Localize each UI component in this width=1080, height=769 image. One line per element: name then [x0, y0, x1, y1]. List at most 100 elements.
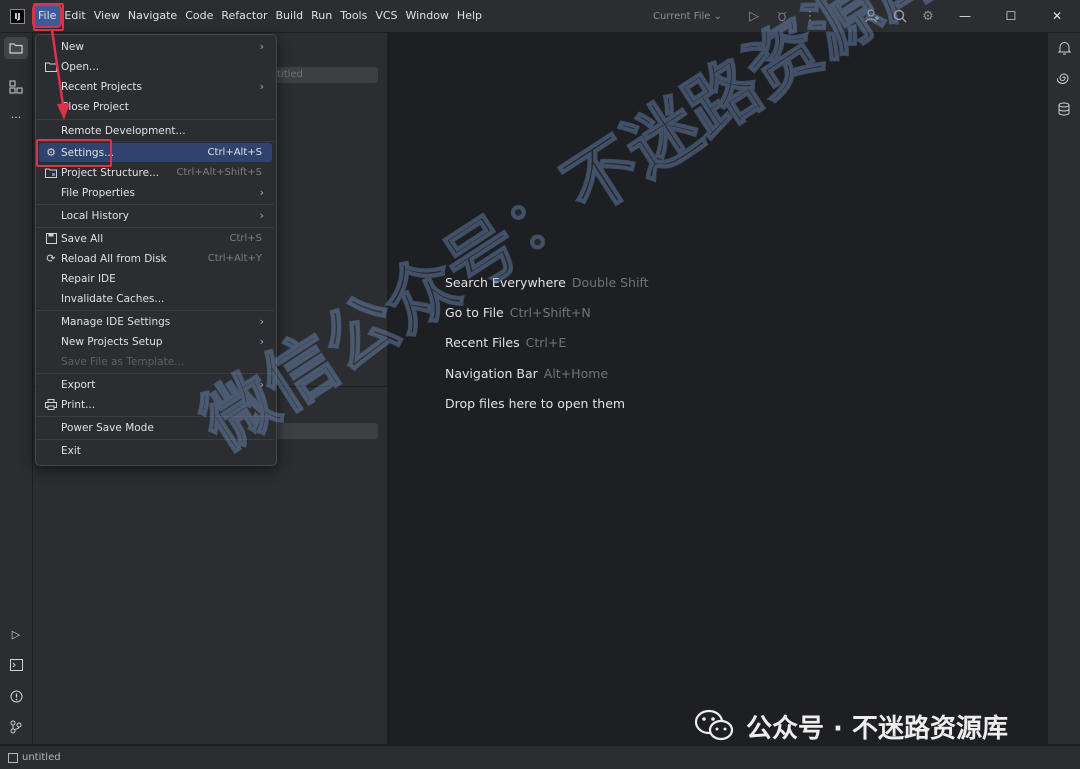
menu-item-repair-ide[interactable]: Repair IDE [39, 269, 272, 288]
menu-item-power-save-mode[interactable]: Power Save Mode [39, 418, 272, 437]
chevron-right-icon: › [259, 40, 264, 53]
chevron-right-icon: › [259, 315, 264, 328]
services-icon[interactable]: ▷ [4, 623, 28, 645]
title-bar-actions: Current File ⌄ ▷ ⋮ ⚙ — ☐ ✕ [653, 0, 1080, 32]
hint-shortcut: Double Shift [571, 275, 649, 290]
hint-label: Drop files here to open them [445, 396, 626, 411]
menu-item-label: Invalidate Caches... [61, 292, 165, 305]
more-tool-windows-icon[interactable]: ··· [4, 106, 28, 128]
menu-item-project-structure[interactable]: Project Structure... Ctrl+Alt+Shift+S [39, 163, 272, 182]
menu-item-label: Repair IDE [61, 272, 116, 285]
menu-item-exit[interactable]: Exit [39, 441, 272, 460]
menu-separator [36, 416, 274, 417]
hint-drop-files: Drop files here to open them [445, 396, 625, 411]
menu-item-label: Save File as Template... [61, 355, 185, 368]
menu-item-open[interactable]: Open... [39, 57, 272, 76]
project-search-field[interactable]: titled [263, 67, 378, 83]
folder-icon [45, 61, 57, 73]
spiral-glyph [1057, 73, 1069, 84]
menu-item-local-history[interactable]: Local History › [39, 206, 272, 225]
hint-label: Navigation Bar [445, 366, 538, 381]
close-button[interactable]: ✕ [1034, 0, 1080, 32]
menu-tools[interactable]: Tools [336, 6, 371, 26]
menu-item-label: Exit [61, 444, 81, 457]
menu-item-label: Export [61, 378, 96, 391]
menu-edit[interactable]: Edit [60, 6, 89, 26]
hint-search-everywhere: Search Everywhere Double Shift [445, 275, 649, 290]
file-menu-dropdown: New › Open... Recent Projects › Close Pr… [35, 34, 277, 466]
menu-item-new[interactable]: New › [39, 37, 272, 56]
project-structure-icon [45, 167, 57, 179]
menu-separator [36, 141, 274, 142]
terminal-icon[interactable] [4, 654, 28, 676]
menu-item-file-properties[interactable]: File Properties › [39, 183, 272, 202]
search-icon[interactable] [886, 0, 914, 32]
problems-icon[interactable] [4, 685, 28, 707]
menu-item-new-projects-setup[interactable]: New Projects Setup › [39, 332, 272, 351]
menu-item-close-project[interactable]: Close Project [39, 97, 272, 116]
menu-item-label: New Projects Setup [61, 335, 163, 348]
ai-assistant-spiral-icon[interactable] [1052, 67, 1076, 89]
menu-separator [36, 439, 274, 440]
menu-build[interactable]: Build [272, 6, 308, 26]
git-branch-icon[interactable] [4, 716, 28, 738]
menu-item-label: Project Structure... [61, 166, 160, 179]
more-actions-icon[interactable]: ⋮ [796, 0, 824, 32]
menu-item-shortcut: Ctrl+S [229, 233, 262, 244]
save-icon [45, 233, 57, 245]
menu-item-label: Reload All from Disk [61, 252, 167, 265]
menu-window[interactable]: Window [402, 6, 453, 26]
chevron-right-icon: › [259, 378, 264, 391]
git-glyph [10, 720, 22, 734]
hint-recent-files: Recent Files Ctrl+E [445, 335, 566, 350]
menu-refactor[interactable]: Refactor [217, 6, 271, 26]
intellij-logo-icon[interactable]: IJ [10, 9, 25, 24]
menu-item-save-all[interactable]: Save All Ctrl+S [39, 229, 272, 248]
secondary-panel-field[interactable] [263, 423, 378, 439]
menu-item-remote-development[interactable]: Remote Development... [39, 121, 272, 140]
debug-icon[interactable] [768, 0, 796, 32]
chevron-right-icon: › [259, 80, 264, 93]
hint-label: Go to File [445, 305, 504, 320]
run-configuration-selector[interactable]: Current File ⌄ [653, 11, 722, 22]
menu-item-shortcut: Ctrl+Alt+Y [207, 253, 262, 264]
run-icon[interactable]: ▷ [740, 0, 768, 32]
menu-item-invalidate-caches[interactable]: Invalidate Caches... [39, 289, 272, 308]
database-icon[interactable] [1052, 98, 1076, 120]
menu-item-manage-ide-settings[interactable]: Manage IDE Settings › [39, 312, 272, 331]
status-bar: untitled [0, 745, 1080, 769]
project-folder-icon[interactable] [4, 37, 28, 59]
menu-item-settings[interactable]: ⚙ Settings... Ctrl+Alt+S [39, 143, 272, 162]
menu-item-label: New [61, 40, 84, 53]
structure-icon[interactable] [4, 76, 28, 98]
chevron-right-icon: › [259, 209, 264, 222]
menu-view[interactable]: View [90, 6, 124, 26]
status-project-name[interactable]: untitled [22, 752, 61, 763]
maximize-button[interactable]: ☐ [988, 0, 1034, 32]
menu-item-reload-from-disk[interactable]: ⟳ Reload All from Disk Ctrl+Alt+Y [39, 249, 272, 268]
menu-file[interactable]: File [34, 6, 61, 26]
menu-vcs[interactable]: VCS [371, 6, 401, 26]
menu-item-label: Settings... [61, 146, 115, 159]
menu-item-print[interactable]: Print... [39, 395, 272, 414]
menu-navigate[interactable]: Navigate [124, 6, 181, 26]
menu-item-label: Recent Projects [61, 80, 143, 93]
menu-separator [36, 204, 274, 205]
hint-shortcut: Ctrl+Shift+N [509, 305, 591, 320]
add-user-glyph [864, 9, 879, 23]
menu-item-shortcut: Ctrl+Alt+Shift+S [176, 167, 262, 178]
minimize-button[interactable]: — [942, 0, 988, 32]
settings-gear-icon[interactable]: ⚙ [914, 0, 942, 32]
menu-item-export[interactable]: Export › [39, 375, 272, 394]
project-structure-glyph [45, 168, 57, 178]
menu-run[interactable]: Run [307, 6, 336, 26]
menu-help[interactable]: Help [453, 6, 486, 26]
menu-separator [36, 119, 274, 120]
notifications-bell-icon[interactable] [1052, 37, 1076, 59]
main-menubar: File Edit View Navigate Code Refactor Bu… [34, 0, 486, 32]
menu-code[interactable]: Code [181, 6, 217, 26]
gear-icon: ⚙ [46, 146, 56, 159]
menu-item-recent-projects[interactable]: Recent Projects › [39, 77, 272, 96]
add-user-icon[interactable] [858, 0, 886, 32]
menu-separator [36, 227, 274, 228]
